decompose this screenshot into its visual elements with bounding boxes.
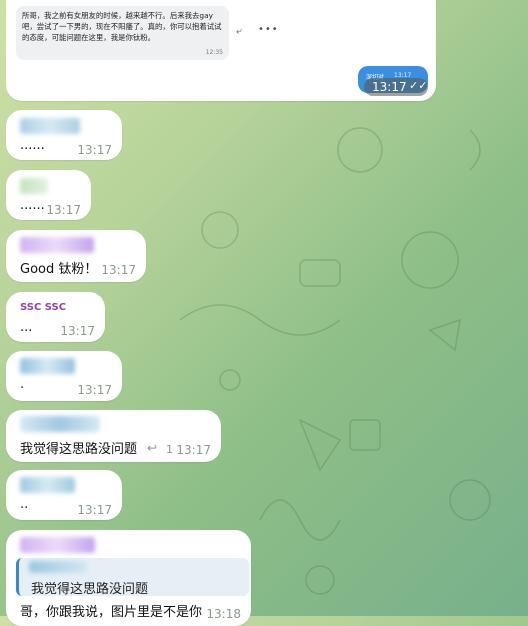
forwarded-text: 所哥，我之前有女朋友的时候，越来越不行。后来我去gay吧，尝试了一下男的，现在不… [22, 11, 222, 42]
sender-name-redacted [20, 416, 100, 432]
chat-message[interactable]: 我觉得这思路没问题 ↩ 1 13:17 [6, 410, 221, 462]
message-text: Good 钛粉！ [20, 262, 98, 277]
message-time: 13:17 [176, 443, 211, 457]
reply-arrow-icon[interactable]: ↩ [147, 441, 157, 455]
quoted-text: 我觉得这思路没问题 [31, 582, 149, 597]
chat-message[interactable]: . 13:17 [6, 351, 122, 401]
message-text: 我觉得这思路没问题 [20, 442, 138, 457]
message-time-badge: 13:17 ✓✓ [364, 78, 428, 96]
sender-name-redacted [20, 477, 75, 493]
chat-message[interactable]: Good 钛粉！ 13:17 [6, 230, 146, 282]
message-time: 13:17 [77, 503, 112, 517]
message-text: ... [20, 320, 33, 335]
message-time: 13:17 [77, 383, 112, 397]
chat-message[interactable]: 我觉得这思路没问题 哥，你跟我说，图片里是不是你 13:18 [6, 530, 251, 626]
reply-count[interactable]: 1 [166, 443, 173, 456]
chat-message[interactable]: .. 13:17 [6, 470, 122, 520]
message-time: 13:17 [101, 263, 136, 277]
quoted-reply[interactable]: 我觉得这思路没问题 [16, 558, 249, 597]
chat-message[interactable]: ...... 13:17 [6, 110, 122, 160]
message-text: .. [20, 497, 29, 512]
chat-message[interactable]: ...... 13:17 [6, 170, 91, 220]
sender-name[interactable]: SSC SSC [20, 302, 66, 313]
message-time: 13:17 [46, 203, 81, 217]
message-time: 13:17 [60, 324, 95, 338]
message-text: . [20, 377, 25, 392]
double-check-icon: ✓✓ [409, 79, 428, 92]
sender-name-redacted [20, 358, 75, 374]
forwarded-message-preview[interactable]: 所哥，我之前有女朋友的时候，越来越不行。后来我去gay吧，尝试了一下男的，现在不… [16, 6, 229, 60]
more-dots-icon[interactable]: ••• [258, 24, 279, 35]
forwarded-time: 12:35 [205, 49, 223, 56]
message-time: 13:17 [77, 143, 112, 157]
message-text: 哥，你跟我说，图片里是不是你 [20, 605, 203, 620]
quoted-sender-redacted [29, 561, 87, 573]
chat-message[interactable]: SSC SSC ... 13:17 [6, 292, 105, 342]
message-text: ...... [20, 138, 45, 153]
message-text: ...... [20, 198, 45, 213]
message-time: 13:18 [206, 607, 241, 621]
sender-name-redacted [20, 178, 48, 194]
sender-name-redacted [20, 237, 94, 253]
forwarded-message-bubble[interactable]: 所哥，我之前有女朋友的时候，越来越不行。后来我去gay吧，尝试了一下男的，现在不… [6, 0, 436, 101]
sender-name-redacted [20, 537, 95, 553]
reply-icon[interactable]: ⤶ [236, 26, 242, 37]
message-time: 13:17 [372, 80, 407, 94]
sender-name-redacted [20, 118, 80, 134]
